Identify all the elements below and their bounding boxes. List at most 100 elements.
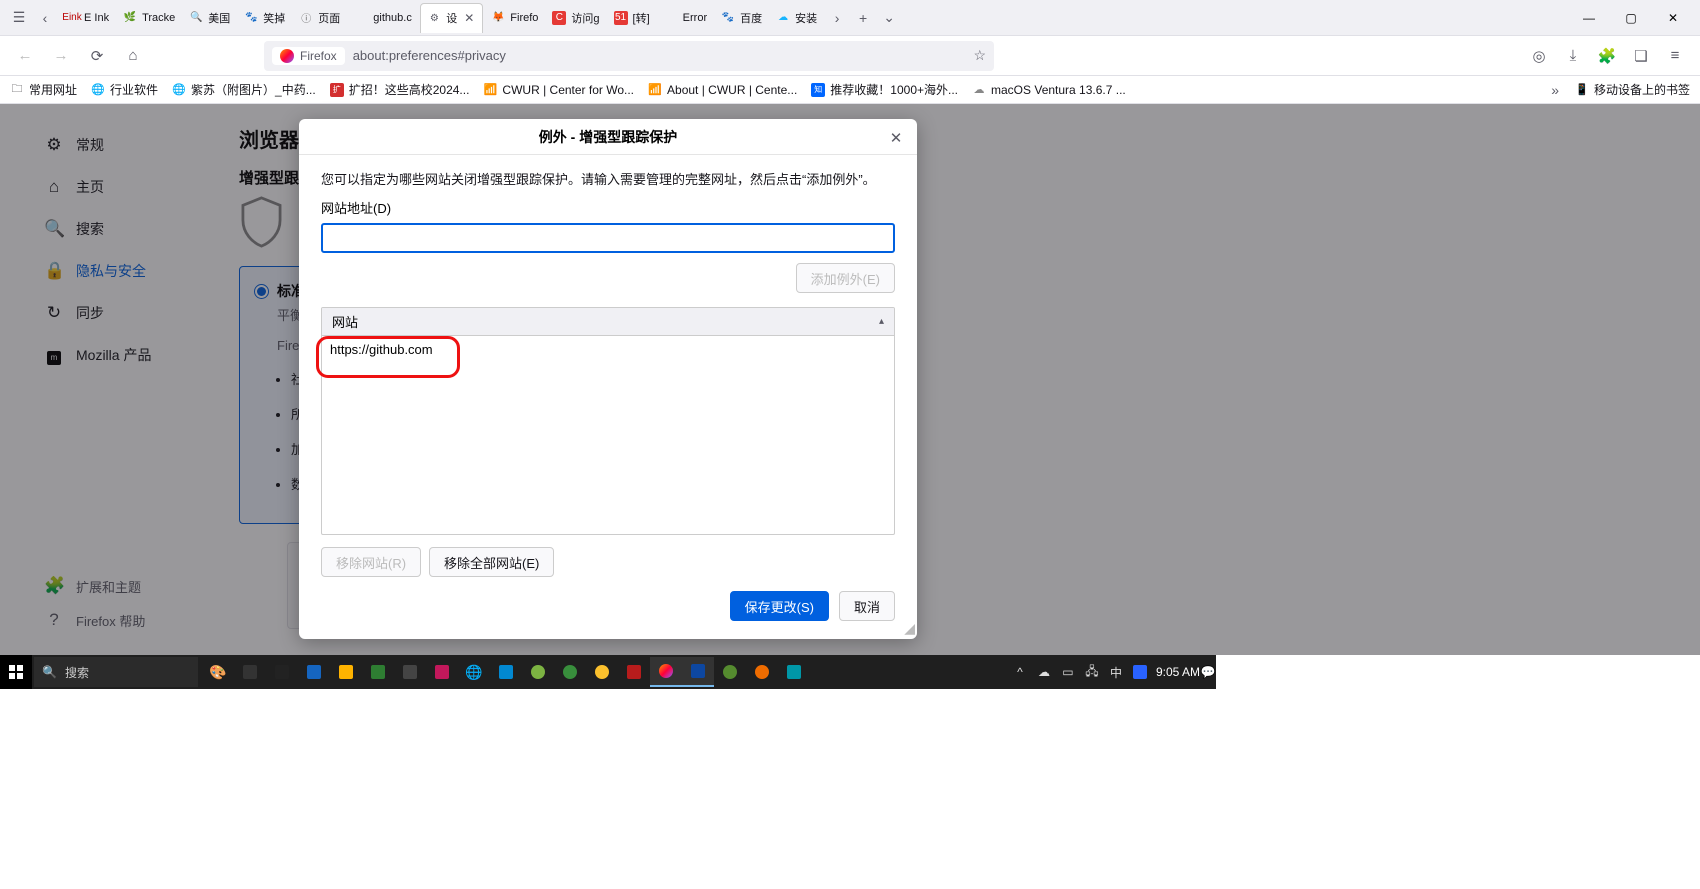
bookmark-star-icon[interactable]: ☆	[973, 47, 986, 64]
remove-all-sites-button[interactable]: 移除全部网站(E)	[429, 547, 554, 577]
mobile-icon: 📱	[1575, 83, 1589, 97]
all-tabs-button[interactable]: ⌄	[876, 4, 902, 32]
firefox-logo-icon	[280, 49, 294, 63]
resize-grip-icon[interactable]: ◢	[901, 623, 915, 637]
bookmark-item[interactable]: ☁macOS Ventura 13.6.7 ...	[972, 83, 1126, 97]
taskbar-app-explorer[interactable]	[330, 657, 362, 687]
identity-box[interactable]: Firefox	[272, 47, 345, 65]
browser-tab[interactable]: github.co	[348, 3, 418, 33]
browser-tab[interactable]: 🦊Firefo	[485, 3, 544, 33]
account-button[interactable]: ◎	[1524, 41, 1554, 71]
tray-chevron-icon[interactable]: ^	[1012, 664, 1028, 680]
bookmark-item[interactable]: 🗀常用网址	[10, 81, 77, 98]
start-button[interactable]	[0, 655, 32, 689]
taskbar-app-3[interactable]	[298, 657, 330, 687]
address-input-label: 网站地址(D)	[321, 198, 895, 217]
taskbar-app-7[interactable]	[426, 657, 458, 687]
taskbar-app-paint[interactable]: 🎨	[202, 657, 234, 687]
browser-tab[interactable]: ☁安装	[770, 3, 823, 33]
nav-back-button[interactable]: ←	[10, 41, 40, 71]
remove-site-button[interactable]: 移除网站(R)	[321, 547, 421, 577]
tab-favicon: 🔍	[189, 11, 203, 25]
bookmark-item[interactable]: 📶CWUR | Center for Wo...	[483, 83, 634, 97]
sidebar-toggle-button[interactable]: ☰	[6, 4, 32, 32]
downloads-button[interactable]: ⤓	[1558, 41, 1588, 71]
save-changes-button[interactable]: 保存更改(S)	[730, 591, 829, 621]
bookmark-item[interactable]: 🌐行业软件	[91, 81, 158, 98]
tray-notifications-icon[interactable]: 💬	[1200, 664, 1216, 680]
browser-tabstrip: ☰ ‹ EinkE Ink🌿Tracke🔍美国🐾笑掉ⓘ页面github.co⚙设…	[0, 0, 1700, 36]
library-button[interactable]: ❏	[1626, 41, 1656, 71]
taskbar-clock[interactable]: 9:05 AM	[1156, 665, 1200, 679]
bookmark-item[interactable]: 📶About | CWUR | Cente...	[648, 83, 797, 97]
address-input[interactable]	[321, 223, 895, 253]
exceptions-dialog: 例外 - 增强型跟踪保护 ✕ 您可以指定为哪些网站关闭增强型跟踪保护。请输入需要…	[299, 119, 917, 639]
taskbar-app-filezilla[interactable]	[618, 657, 650, 687]
nav-forward-button[interactable]: →	[46, 41, 76, 71]
tray-baidu-icon[interactable]	[1132, 664, 1148, 680]
mobile-bookmarks-item[interactable]: 📱 移动设备上的书签	[1575, 81, 1690, 98]
tray-battery-icon[interactable]: ▭	[1060, 664, 1076, 680]
nav-home-button[interactable]: ⌂	[118, 41, 148, 71]
window-minimize-button[interactable]: ―	[1568, 4, 1610, 32]
tabs-scroll-left-button[interactable]: ‹	[32, 4, 58, 32]
browser-tab[interactable]: 51[转]	[608, 3, 656, 33]
taskbar-app-11[interactable]	[554, 657, 586, 687]
taskbar-search[interactable]: 🔍 搜索	[34, 657, 198, 687]
extensions-button[interactable]: 🧩	[1592, 41, 1622, 71]
dialog-close-button[interactable]: ✕	[885, 127, 907, 149]
dialog-description: 您可以指定为哪些网站关闭增强型跟踪保护。请输入需要管理的完整网址，然后点击“添加…	[321, 169, 895, 188]
window-close-button[interactable]: ✕	[1652, 4, 1694, 32]
taskbar-app-vscode[interactable]	[682, 657, 714, 687]
browser-tab[interactable]: C访问g	[546, 3, 605, 33]
taskbar-app-10[interactable]	[522, 657, 554, 687]
browser-tab[interactable]: EinkE Ink	[59, 3, 115, 33]
bookmark-item[interactable]: 知推荐收藏！1000+海外...	[811, 81, 958, 98]
taskbar-app-chrome[interactable]: 🌐	[458, 657, 490, 687]
sites-table-header[interactable]: 网站 ▴	[322, 308, 894, 336]
taskbar-app-17[interactable]	[746, 657, 778, 687]
identity-label: Firefox	[300, 49, 337, 63]
tab-favicon: 🐾	[244, 11, 258, 25]
tab-label: 访问g	[571, 10, 599, 26]
app-menu-button[interactable]: ≡	[1660, 41, 1690, 71]
taskbar-app-9[interactable]	[490, 657, 522, 687]
tab-label: E Ink	[84, 12, 109, 24]
site-row[interactable]: https://github.com	[322, 336, 894, 363]
bookmark-favicon: 🌐	[91, 83, 105, 97]
browser-tab[interactable]: 🐾笑掉	[238, 3, 291, 33]
bookmarks-bar: 🗀常用网址 🌐行业软件 🌐紫苏（附图片）_中药... 扩扩招！这些高校2024... 📶…	[0, 76, 1700, 104]
browser-tab[interactable]: Error	[658, 3, 713, 33]
bookmark-label: macOS Ventura 13.6.7 ...	[991, 83, 1126, 97]
new-tab-button[interactable]: +	[850, 4, 876, 32]
tab-close-button[interactable]: ✕	[462, 11, 476, 25]
taskbar-app-6[interactable]	[394, 657, 426, 687]
taskbar-app-18[interactable]	[778, 657, 810, 687]
tray-ime-icon[interactable]: 中	[1108, 664, 1124, 680]
bookmark-item[interactable]: 扩扩招！这些高校2024...	[330, 81, 470, 98]
tabs-scroll-right-button[interactable]: ›	[824, 4, 850, 32]
taskbar-app-1[interactable]	[234, 657, 266, 687]
bookmark-label: About | CWUR | Cente...	[667, 83, 797, 97]
browser-tab[interactable]: 🐾百度	[715, 3, 768, 33]
taskbar-app-16[interactable]	[714, 657, 746, 687]
nav-reload-button[interactable]: ⟳	[82, 41, 112, 71]
taskbar-app-firefox[interactable]	[650, 657, 682, 687]
taskbar-app-5[interactable]	[362, 657, 394, 687]
tray-onedrive-icon[interactable]: ☁	[1036, 664, 1052, 680]
tray-network-icon[interactable]: 🖧	[1084, 664, 1100, 680]
browser-tab[interactable]: 🔍美国	[183, 3, 236, 33]
taskbar-app-12[interactable]	[586, 657, 618, 687]
bookmarks-overflow-button[interactable]: »	[1545, 82, 1565, 98]
url-bar[interactable]: Firefox about:preferences#privacy ☆	[264, 41, 994, 71]
taskbar-app-2[interactable]	[266, 657, 298, 687]
browser-tab[interactable]: ⓘ页面	[293, 3, 346, 33]
browser-tab[interactable]: 🌿Tracke	[117, 3, 181, 33]
cancel-button[interactable]: 取消	[839, 591, 895, 621]
bookmark-item[interactable]: 🌐紫苏（附图片）_中药...	[172, 81, 316, 98]
window-maximize-button[interactable]: ▢	[1610, 4, 1652, 32]
tab-label: Firefo	[510, 12, 538, 24]
add-exception-button[interactable]: 添加例外(E)	[796, 263, 895, 293]
tab-label: Error	[683, 12, 707, 24]
browser-tab[interactable]: ⚙设✕	[420, 3, 483, 33]
